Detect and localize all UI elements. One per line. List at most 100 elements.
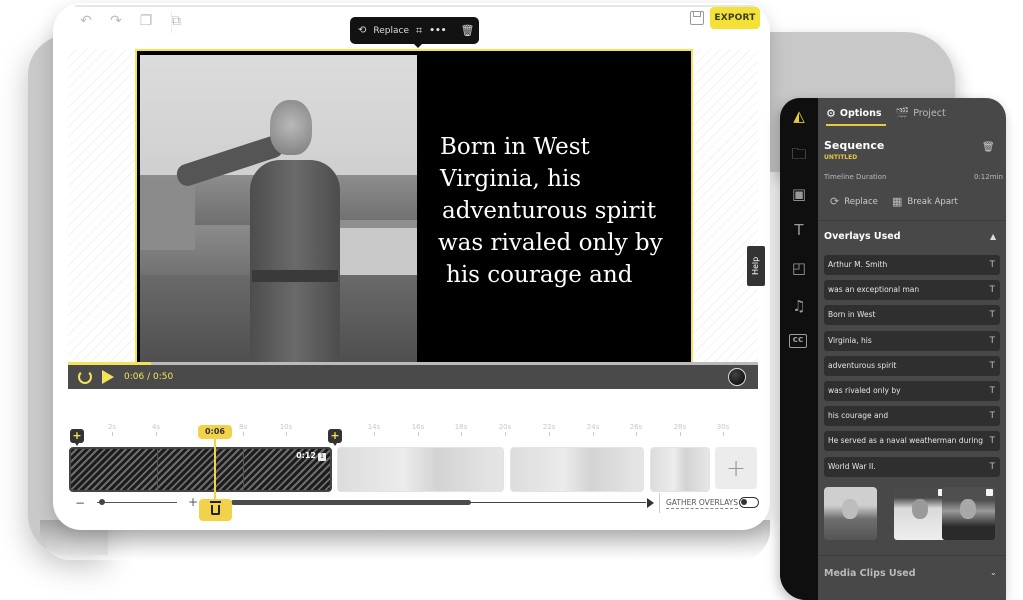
timeline-clip[interactable]	[510, 447, 644, 492]
text-icon[interactable]: T	[990, 356, 996, 376]
break-apart-button[interactable]: ▦ Break Apart	[892, 195, 958, 208]
overlays-used-title[interactable]: Overlays Used	[824, 231, 901, 242]
panel-tabs: ⚙ Options 🎬 Project	[818, 98, 1006, 128]
overlay-item-label: He served as a naval weatherman during	[828, 436, 983, 446]
upload-folder-icon[interactable]: 🗀	[789, 144, 809, 164]
text-icon[interactable]: T	[990, 431, 996, 451]
tool-rail: ◭ 🗀 ▣ T ◰ ♫ cc	[780, 98, 818, 600]
text-icon[interactable]: T	[789, 220, 809, 240]
clip-duration: 0:12 1	[296, 451, 326, 461]
timeline-tick: 16s	[408, 423, 428, 436]
overlay-list-item[interactable]: adventurous spirit T	[824, 355, 1000, 376]
overlay-list-item[interactable]: Born in West T	[824, 305, 1000, 326]
zoom-in-button[interactable]: +	[188, 495, 198, 509]
gather-overlays-label[interactable]: GATHER OVERLAYS	[666, 498, 739, 509]
trash-icon	[210, 501, 221, 515]
overlay-list-item[interactable]: He served as a naval weatherman during T	[824, 431, 1000, 452]
overlay-list-item[interactable]: was rivaled only by T	[824, 381, 1000, 401]
timeline-tick: 24s	[583, 423, 603, 436]
overlay-item-label: was rivaled only by	[828, 386, 901, 395]
overlay-item-label: adventurous spirit	[828, 360, 897, 370]
text-icon[interactable]: T	[990, 255, 996, 275]
playhead-time: 0:06	[198, 425, 232, 439]
text-icon[interactable]: T	[990, 457, 996, 477]
more-icon[interactable]: •••	[429, 26, 446, 36]
replace-button[interactable]: ⟳ Replace	[830, 195, 878, 208]
overlay-item-label: was an exceptional man	[828, 285, 920, 295]
playhead[interactable]	[214, 439, 216, 501]
slide-canvas[interactable]: Born in West Virginia, his adventurous s…	[135, 49, 693, 366]
app-stage: ↶ ↷ ❐ ⧉ EXPORT Born in West Virginia, hi…	[0, 0, 1023, 600]
overlay-list-item[interactable]: Arthur M. Smith T	[824, 255, 1000, 275]
shapes-icon[interactable]: ◰	[789, 258, 809, 278]
text-icon[interactable]: T	[990, 280, 996, 300]
undo-icon[interactable]: ↶	[78, 13, 94, 29]
overlay-line: adventurous spirit	[442, 198, 657, 224]
export-button[interactable]: EXPORT	[710, 7, 760, 29]
chevron-down-icon[interactable]: ⌄	[990, 568, 997, 577]
add-marker-button[interactable]: +	[70, 429, 84, 446]
overlay-line: Born in West	[440, 134, 590, 160]
media-thumbnail[interactable]	[894, 487, 947, 540]
crop-icon[interactable]: ⌗	[416, 24, 422, 38]
scroll-right-arrow[interactable]	[647, 498, 654, 508]
editor-window: ↶ ↷ ❐ ⧉ EXPORT Born in West Virginia, hi…	[53, 3, 770, 530]
media-icon[interactable]: ▣	[789, 184, 809, 204]
delete-sequence-icon[interactable]: 🗑	[982, 142, 995, 153]
storyboard-icon[interactable]: ◭	[789, 106, 809, 126]
chevron-up-icon[interactable]: ▲	[990, 232, 996, 241]
overlay-list-item[interactable]: was an exceptional man T	[824, 280, 1000, 301]
zoom-out-button[interactable]: −	[75, 496, 85, 510]
media-thumbnail[interactable]	[824, 487, 877, 540]
overlay-list-item[interactable]: his courage and T	[824, 406, 1000, 427]
music-icon[interactable]: ♫	[789, 296, 809, 316]
overlay-list-item[interactable]: World War II. T	[824, 456, 1000, 477]
text-icon[interactable]: T	[990, 381, 996, 401]
divider	[75, 5, 755, 7]
timeline-tick: 26s	[626, 423, 646, 436]
break-apart-icon: ▦	[892, 195, 903, 208]
text-overlay[interactable]: Born in West Virginia, his adventurous s…	[430, 131, 690, 291]
tab-project[interactable]: 🎬 Project	[896, 98, 946, 128]
save-icon[interactable]	[690, 11, 704, 25]
timeline-tick: 4s	[146, 423, 166, 436]
timeline-clip[interactable]	[337, 447, 504, 492]
replace-button[interactable]: Replace	[373, 26, 409, 36]
divider	[818, 555, 1006, 556]
delete-clip-button[interactable]	[199, 499, 232, 521]
replace-icon: ⟳	[830, 195, 840, 208]
layer-forward-icon[interactable]: ❐	[138, 13, 154, 29]
add-marker-button[interactable]: +	[328, 429, 342, 446]
media-thumbnail[interactable]	[942, 487, 995, 540]
play-icon[interactable]	[102, 370, 114, 384]
text-icon[interactable]: T	[990, 331, 996, 351]
overlay-list-item[interactable]: Virginia, his T	[824, 330, 1000, 351]
gather-overlays-toggle[interactable]	[739, 497, 759, 508]
trash-icon[interactable]: 🗑	[460, 24, 474, 37]
divider	[818, 220, 1006, 221]
replay-icon[interactable]	[78, 370, 92, 384]
help-tab[interactable]: Help	[747, 246, 765, 286]
text-icon[interactable]: T	[990, 406, 996, 426]
zoom-slider-handle[interactable]	[99, 499, 105, 505]
overlay-line: was rivaled only by	[438, 230, 663, 256]
timeline-clip-active[interactable]: 0:12 1	[69, 447, 332, 492]
time-display: 0:06 / 0:50	[124, 372, 174, 382]
captions-icon[interactable]: cc	[789, 334, 807, 348]
add-clip-button[interactable]: +	[715, 447, 757, 489]
timeline-ruler: 2s 4s 8s 10s 14s 16s 18s 20s 22s 24s 26s 28s 30s	[68, 423, 758, 441]
tab-options[interactable]: ⚙ Options	[826, 98, 885, 128]
zoom-slider[interactable]	[97, 502, 177, 503]
timeline-tick: 10s	[276, 423, 296, 436]
overlay-line: Virginia, his	[440, 166, 582, 192]
scout-photo[interactable]	[140, 55, 417, 366]
timeline-duration-label: Timeline Duration	[824, 173, 887, 181]
timeline-scroll-thumb[interactable]	[231, 500, 471, 505]
media-clips-used-title[interactable]: Media Clips Used	[824, 568, 916, 579]
text-icon[interactable]: T	[990, 305, 996, 325]
side-panel: ◭ 🗀 ▣ T ◰ ♫ cc ⚙ Options 🎬 Project Sequenc…	[780, 98, 1006, 600]
redo-icon[interactable]: ↷	[108, 13, 124, 29]
overlay-item-label: Arthur M. Smith	[828, 260, 888, 269]
volume-knob[interactable]	[728, 368, 746, 386]
timeline-clip[interactable]	[650, 447, 710, 492]
